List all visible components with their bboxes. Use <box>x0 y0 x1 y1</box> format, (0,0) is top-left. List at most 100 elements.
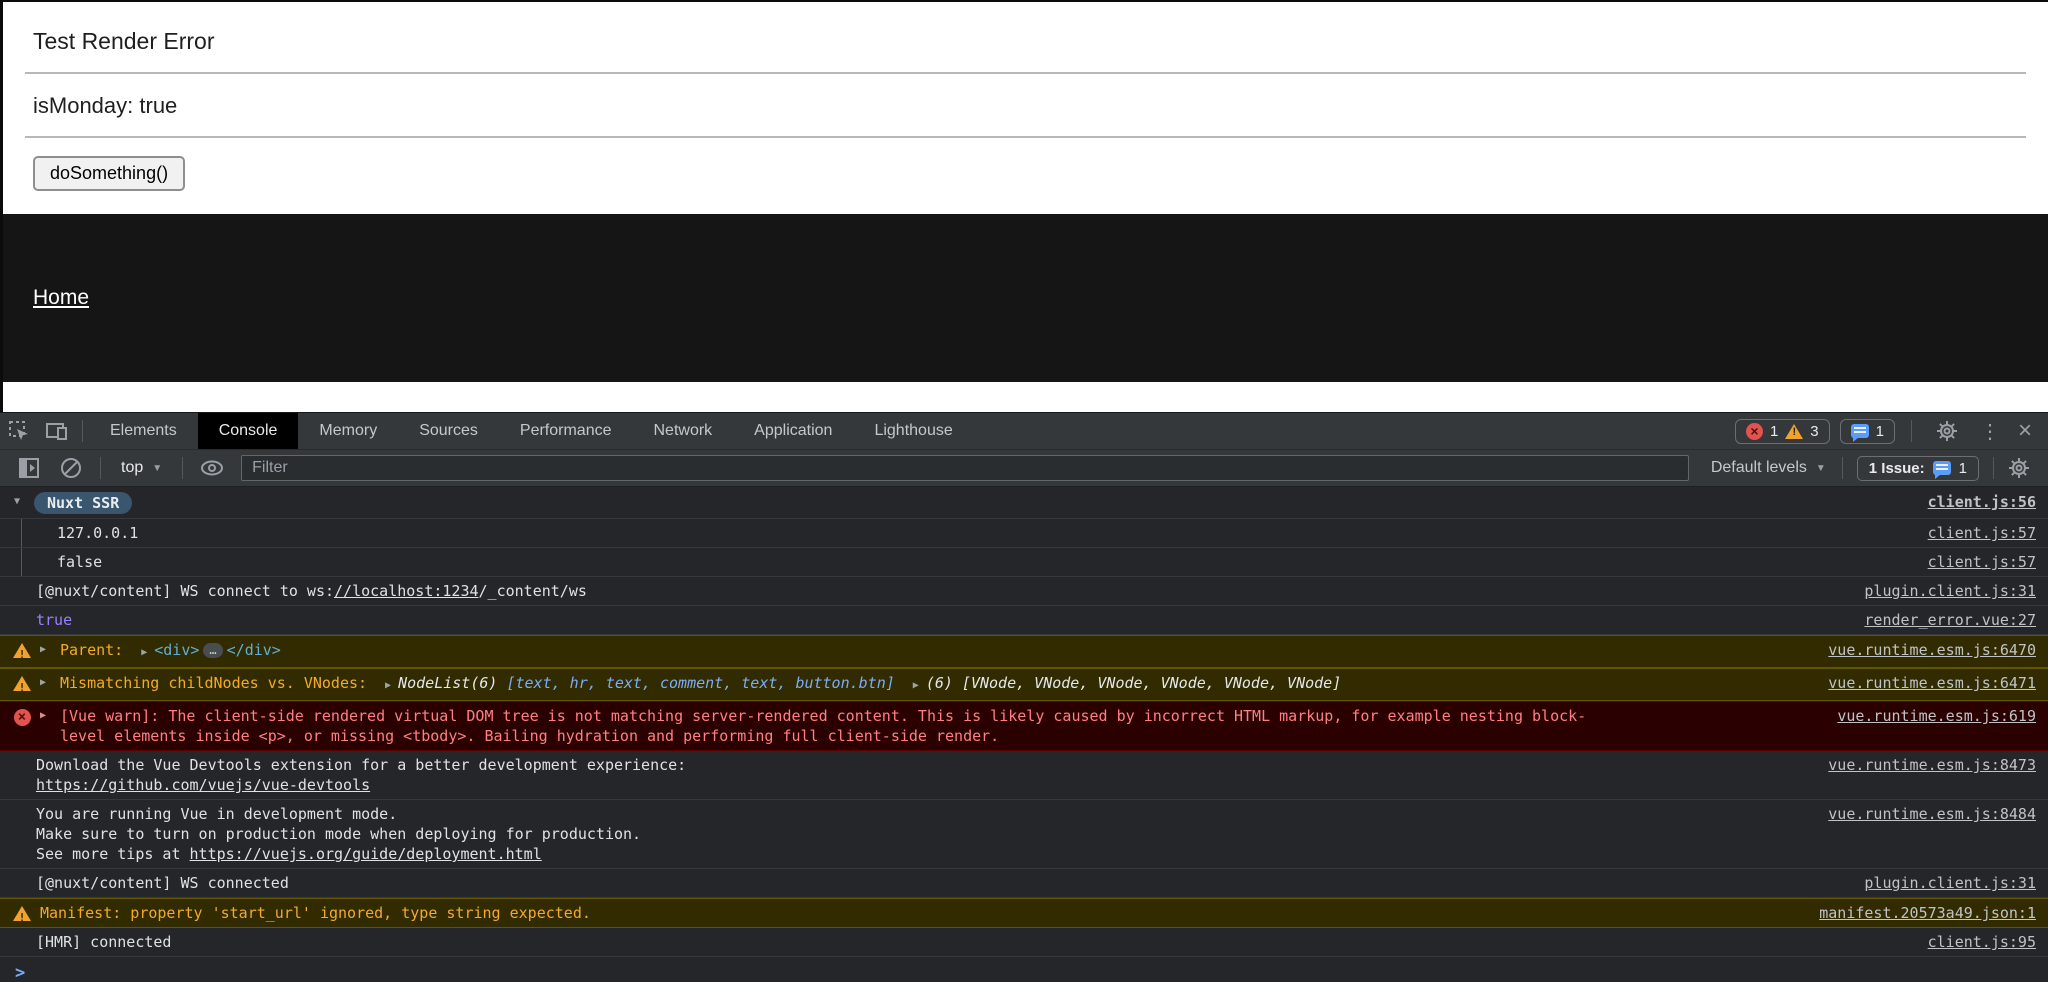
issue-bubble-icon <box>1933 461 1951 475</box>
source-link[interactable]: plugin.client.js:31 <box>1844 581 2036 601</box>
console-warning: Manifest: property 'start_url' ignored, … <box>0 898 2048 928</box>
status-text: isMonday: true <box>33 93 2048 119</box>
warn-label: Mismatching childNodes vs. VNodes: <box>60 674 367 692</box>
levels-label: Default levels <box>1711 459 1807 477</box>
tab-performance[interactable]: Performance <box>499 413 633 449</box>
inspect-element-button[interactable] <box>0 413 38 449</box>
expand-caret-icon[interactable]: ▶ <box>385 680 391 691</box>
message-line: You are running Vue in development mode. <box>36 805 397 823</box>
source-link[interactable]: client.js:57 <box>1908 552 2036 572</box>
nodelist-items: [text, hr, text, comment, text, button.b… <box>506 674 894 692</box>
icon-cell <box>10 640 34 658</box>
tab-lighthouse[interactable]: Lighthouse <box>853 413 973 449</box>
kebab-icon: ⋮ <box>1980 421 2000 443</box>
console-message: 127.0.0.1 client.js:57 <box>0 519 2048 548</box>
message-text: false <box>57 552 102 572</box>
do-something-button[interactable]: doSomething() <box>33 156 185 191</box>
console-message: [@nuxt/content] WS connect to ws://local… <box>0 577 2048 606</box>
message-text: [HMR] connected <box>36 932 171 952</box>
message-bubble-icon <box>1851 424 1869 438</box>
message-line: Download the Vue Devtools extension for … <box>36 756 686 774</box>
separator <box>100 457 101 479</box>
separator <box>182 457 183 479</box>
source-link[interactable]: render_error.vue:27 <box>1844 610 2036 630</box>
source-link[interactable]: vue.runtime.esm.js:619 <box>1817 706 2036 726</box>
separator <box>1842 457 1843 479</box>
expand-caret-icon[interactable]: ▶ <box>141 647 147 658</box>
collapse-caret-icon[interactable]: ▼ <box>14 492 27 512</box>
warn-label: Parent: <box>60 641 123 659</box>
source-link[interactable]: client.js:95 <box>1908 932 2036 952</box>
console-message: You are running Vue in development mode.… <box>0 800 2048 869</box>
clear-console-button[interactable] <box>52 456 90 480</box>
separator <box>1911 420 1912 442</box>
eye-icon <box>199 457 225 479</box>
warning-count: 3 <box>1810 423 1818 440</box>
live-expression-button[interactable] <box>193 457 231 479</box>
source-link[interactable]: client.js:57 <box>1908 523 2036 543</box>
message-text-pre: [@nuxt/content] WS connect to ws: <box>36 582 334 600</box>
ellipsis-expander[interactable]: … <box>203 643 222 658</box>
toolbar-left: top ▼ <box>10 456 231 480</box>
warning-icon <box>13 643 31 658</box>
html-tag-open: <div> <box>154 641 199 659</box>
source-link[interactable]: vue.runtime.esm.js:8484 <box>1808 804 2036 824</box>
tab-elements[interactable]: Elements <box>89 413 198 449</box>
messages-badge[interactable]: 1 <box>1840 419 1895 444</box>
deployment-link[interactable]: https://vuejs.org/guide/deployment.html <box>190 845 542 863</box>
expand-caret-icon[interactable]: ▶ <box>913 680 919 691</box>
console-settings-button[interactable] <box>2000 457 2038 479</box>
console-sidebar-button[interactable] <box>10 457 48 479</box>
gear-icon <box>2008 457 2030 479</box>
source-link[interactable]: vue.runtime.esm.js:8473 <box>1808 755 2036 775</box>
sidebar-panel-icon <box>18 457 40 479</box>
source-link[interactable]: client.js:56 <box>1908 492 2036 512</box>
tab-application[interactable]: Application <box>733 413 853 449</box>
close-devtools-button[interactable]: × <box>2014 417 2036 445</box>
warning-message-text: Manifest: property 'start_url' ignored, … <box>40 903 591 923</box>
separator <box>1993 457 1994 479</box>
message-text-post: /_content/ws <box>479 582 587 600</box>
message-line: Make sure to turn on production mode whe… <box>36 825 641 843</box>
icon-cell <box>10 673 34 691</box>
tab-memory[interactable]: Memory <box>298 413 398 449</box>
tab-bar-right-controls: 1 3 1 <box>1735 413 2048 449</box>
issues-badge[interactable]: 1 Issue: 1 <box>1857 456 1979 481</box>
expand-caret-icon[interactable]: ▶ <box>40 673 53 693</box>
expand-caret-icon[interactable]: ▶ <box>40 706 53 726</box>
source-link[interactable]: plugin.client.js:31 <box>1844 873 2036 893</box>
github-link[interactable]: https://github.com/vuejs/vue-devtools <box>36 776 370 794</box>
tab-console[interactable]: Console <box>198 413 299 449</box>
warning-count-icon <box>1785 424 1803 439</box>
console-message: [HMR] connected client.js:95 <box>0 928 2048 957</box>
message-text: 127.0.0.1 <box>57 523 138 543</box>
divider <box>25 72 2026 74</box>
errors-warnings-badge[interactable]: 1 3 <box>1735 419 1830 444</box>
source-link[interactable]: manifest.20573a49.json:1 <box>1799 903 2036 923</box>
chevron-down-icon: ▼ <box>1816 463 1826 474</box>
execution-context-selector[interactable]: top ▼ <box>111 459 172 477</box>
device-toolbar-icon <box>45 420 69 442</box>
gear-icon <box>1936 420 1958 442</box>
console-prompt[interactable]: > <box>0 957 2048 982</box>
ws-url-link[interactable]: //localhost:1234 <box>334 582 479 600</box>
source-link[interactable]: vue.runtime.esm.js:6470 <box>1808 640 2036 660</box>
settings-button[interactable] <box>1928 420 1966 442</box>
issues-label: 1 Issue: <box>1869 460 1925 477</box>
tab-network[interactable]: Network <box>632 413 733 449</box>
console-warning: ▶ Mismatching childNodes vs. VNodes:▶Nod… <box>0 668 2048 701</box>
log-levels-dropdown[interactable]: Default levels ▼ <box>1701 459 1836 477</box>
boolean-value: true <box>36 610 72 630</box>
message-text: Download the Vue Devtools extension for … <box>36 755 686 795</box>
console-message: false client.js:57 <box>0 548 2048 577</box>
console-filter-input[interactable] <box>241 455 1689 481</box>
more-options-button[interactable]: ⋮ <box>1976 419 2004 444</box>
context-label: top <box>121 459 143 477</box>
device-toolbar-button[interactable] <box>38 413 76 449</box>
source-link[interactable]: vue.runtime.esm.js:6471 <box>1808 673 2036 693</box>
home-link[interactable]: Home <box>33 286 89 310</box>
tab-sources[interactable]: Sources <box>398 413 499 449</box>
inspect-icon <box>8 420 30 442</box>
expand-caret-icon[interactable]: ▶ <box>40 640 53 660</box>
clear-icon <box>59 456 83 480</box>
